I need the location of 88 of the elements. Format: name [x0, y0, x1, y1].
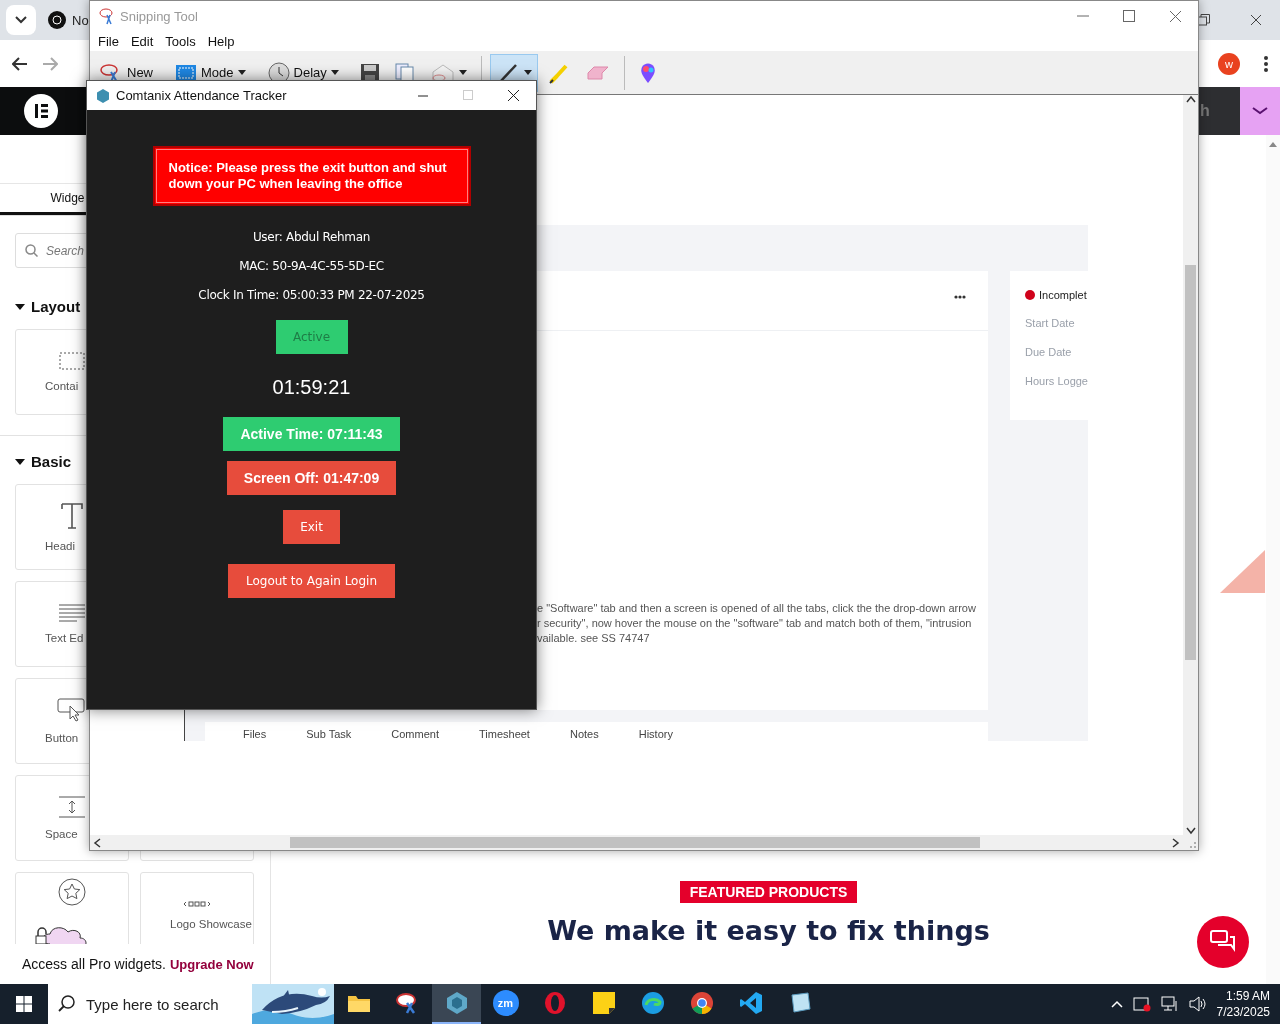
- windows-logo-icon: [16, 996, 32, 1012]
- horizontal-scrollbar[interactable]: [90, 835, 1183, 850]
- scroll-right-icon: [1172, 837, 1180, 848]
- search-icon: [58, 995, 75, 1012]
- heading-icon: [60, 502, 84, 530]
- sticky-note-icon: [591, 991, 616, 1015]
- window-title: Snipping Tool: [120, 8, 198, 24]
- caret-down-icon: [237, 70, 246, 75]
- menu-item[interactable]: Edit: [124, 33, 160, 49]
- volume-icon[interactable]: [1188, 996, 1207, 1012]
- hexagon-icon: [444, 991, 469, 1015]
- back-icon[interactable]: [12, 56, 28, 71]
- promo-text: Access all Pro widgets.: [22, 956, 166, 972]
- triangle-shape: [1220, 550, 1265, 593]
- more-menu-icon[interactable]: [1264, 55, 1268, 72]
- chat-icon: [1210, 930, 1236, 954]
- task-description: e "Software" tab and then a screen is opened of all the tabs, click the the drop-down arrow r security", now hover the mouse on the "software" tab and match both of them, "intrusion vailable. see SS 74747: [537, 601, 977, 646]
- tab-label[interactable]: Files: [243, 728, 267, 740]
- edge-icon: [640, 991, 665, 1015]
- search-icon: [25, 244, 38, 257]
- network-icon[interactable]: [1160, 996, 1179, 1012]
- profile-avatar[interactable]: w: [1218, 52, 1240, 75]
- upgrade-link[interactable]: Upgrade Now: [169, 956, 254, 972]
- field-label: Start Date: [1025, 317, 1076, 330]
- scroll-up-icon: [1185, 95, 1196, 103]
- taskbar-search-field[interactable]: Type here to search: [48, 984, 252, 1024]
- menu-item[interactable]: Help: [201, 33, 241, 49]
- eraser-icon: [585, 64, 610, 81]
- field-label: Due Date: [1025, 346, 1073, 359]
- chevron-down-icon: [15, 16, 27, 24]
- more-options-icon: [954, 294, 966, 299]
- browser-tab[interactable]: No: [46, 0, 89, 40]
- close-icon: [1250, 14, 1262, 26]
- paint-drop-icon: [638, 61, 657, 84]
- menu-item[interactable]: File: [92, 33, 125, 49]
- save-icon: [360, 63, 379, 82]
- section-header[interactable]: Basic: [0, 453, 87, 470]
- status-dot: [1025, 290, 1035, 300]
- window-title: Comtanix Attendance Tracker: [116, 88, 287, 103]
- maximize-icon: [1123, 10, 1135, 22]
- time-counter: Screen Off: 01:47:09: [226, 461, 397, 495]
- security-icon[interactable]: [1132, 996, 1151, 1012]
- hexagon-icon: [96, 88, 110, 103]
- chrome-icon: [689, 991, 714, 1015]
- minimize-icon: [1077, 15, 1089, 17]
- notice-banner: Notice: Please press the exit button and shut down your PC when leaving the office: [152, 146, 471, 206]
- info-text: User: Abdul Rehman: [252, 230, 371, 244]
- caret-down-icon: [15, 301, 25, 312]
- section-header[interactable]: Layout: [0, 298, 96, 315]
- info-text: MAC: 50-9A-4C-55-5D-EC: [239, 259, 384, 273]
- tab-label[interactable]: Notes: [569, 728, 599, 740]
- caret-down-icon: [15, 456, 25, 467]
- code-editor-icon: [738, 991, 763, 1015]
- spacer-icon: [59, 796, 85, 818]
- logout-button[interactable]: Logout to Again Login: [227, 564, 396, 598]
- maximize-icon: [463, 90, 474, 101]
- tab-label[interactable]: Timesheet: [479, 728, 530, 740]
- status-label: Incomplet: [1039, 289, 1087, 301]
- time-counter: Active Time: 07:11:43: [223, 417, 400, 451]
- tab-label[interactable]: Sub Task: [306, 728, 352, 740]
- vertical-scrollbar[interactable]: [1183, 95, 1198, 835]
- close-icon: [1168, 9, 1182, 23]
- restore-icon: [1198, 14, 1210, 26]
- taskbar-clock[interactable]: 1:59 AM 7/23/2025: [1216, 988, 1270, 1020]
- chat-button[interactable]: [1197, 916, 1249, 968]
- caret-down-icon: [330, 70, 339, 75]
- tab-label[interactable]: Comment: [391, 728, 439, 740]
- section-heading: We make it easy to fix things: [547, 915, 990, 946]
- tab-favicon-icon: [48, 11, 66, 29]
- scroll-down-icon: [1185, 827, 1196, 835]
- folder-icon: [346, 993, 371, 1013]
- editor-logo-icon: [24, 94, 58, 128]
- section-badge: FEATURED PRODUCTS: [679, 881, 858, 903]
- session-timer: 01:59:21: [272, 376, 351, 399]
- info-text: Clock In Time: 05:00:33 PM 22-07-2025: [198, 288, 425, 302]
- chevron-up-icon[interactable]: [1110, 1000, 1123, 1008]
- menu-item[interactable]: Tools: [159, 33, 202, 49]
- field-label: Hours Logge: [1025, 375, 1088, 388]
- close-icon: [508, 90, 519, 101]
- opera-icon: [542, 991, 567, 1015]
- tab-label[interactable]: History: [638, 728, 673, 740]
- scroll-left-icon: [93, 837, 101, 848]
- exit-button[interactable]: Exit: [283, 510, 340, 544]
- logo-carousel-icon: [183, 900, 211, 908]
- chevron-down-icon: [1252, 107, 1268, 115]
- caret-down-icon: [458, 70, 467, 75]
- caret-down-icon: [523, 70, 532, 75]
- tab-list-button[interactable]: [6, 5, 36, 35]
